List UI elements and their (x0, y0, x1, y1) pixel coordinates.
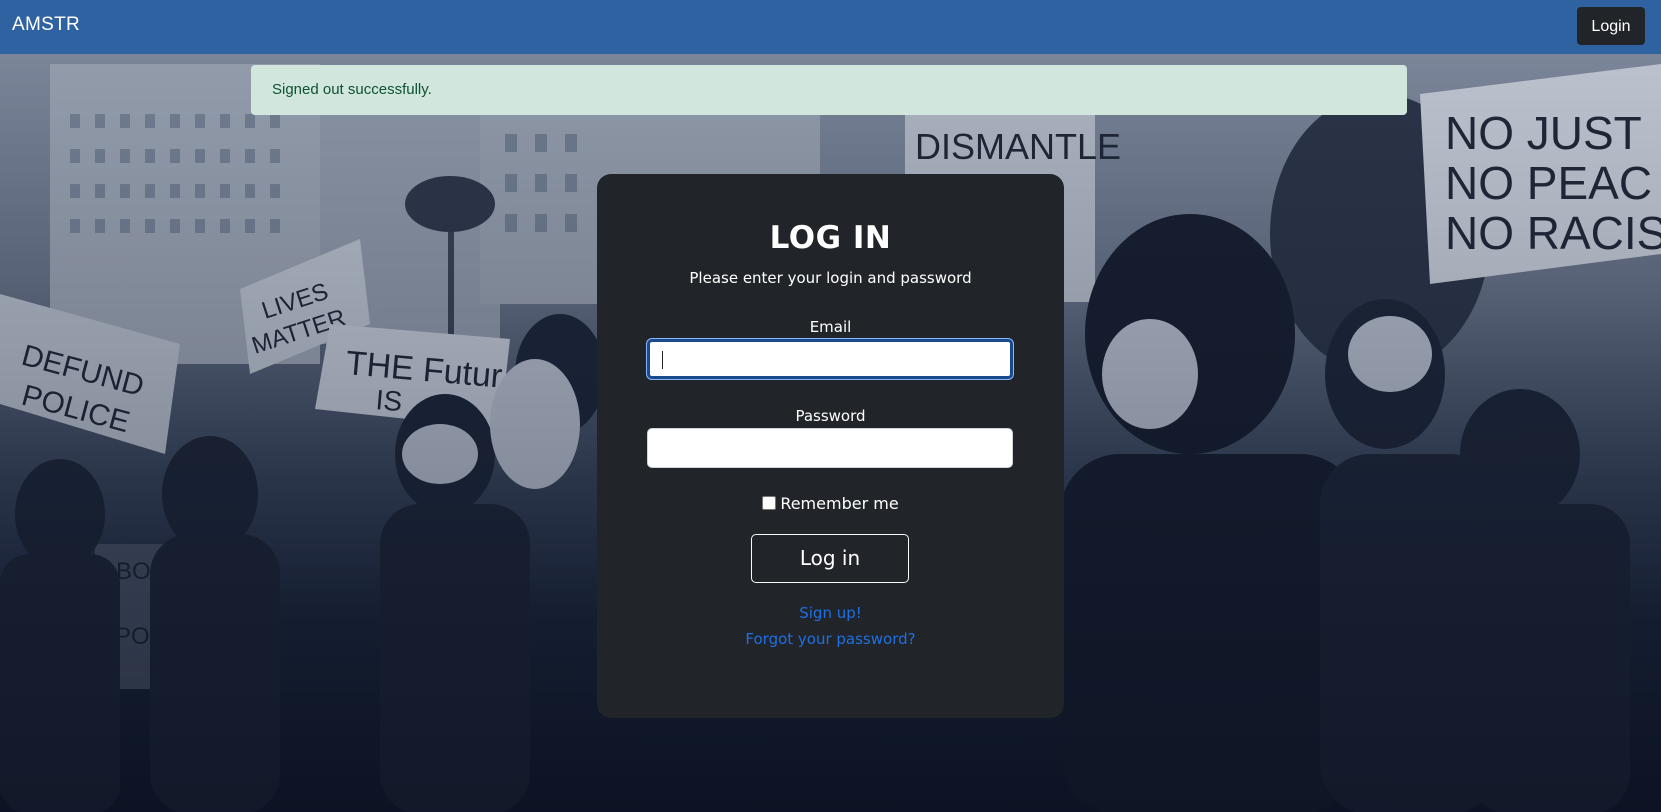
login-subtitle: Please enter your login and password (689, 269, 972, 287)
login-card: LOG IN Please enter your login and passw… (597, 174, 1064, 718)
login-submit-button[interactable]: Log in (751, 534, 909, 583)
brand-logo[interactable]: AMSTR (12, 14, 80, 36)
sign-up-link[interactable]: Sign up! (597, 604, 1064, 622)
forgot-password-link[interactable]: Forgot your password? (597, 630, 1064, 648)
remember-me-label[interactable]: Remember me (780, 494, 898, 513)
password-label: Password (795, 407, 866, 425)
signed-out-alert: Signed out successfully. (251, 65, 1407, 115)
email-field[interactable] (647, 339, 1013, 379)
top-navbar: AMSTR Login (0, 0, 1661, 54)
nav-login-button[interactable]: Login (1577, 7, 1645, 45)
password-field[interactable] (647, 428, 1013, 468)
email-label: Email (809, 318, 852, 336)
page-title: LOG IN (769, 220, 892, 256)
remember-me-row: Remember me (597, 494, 1064, 513)
text-caret (662, 351, 663, 369)
remember-me-checkbox[interactable] (762, 495, 777, 510)
